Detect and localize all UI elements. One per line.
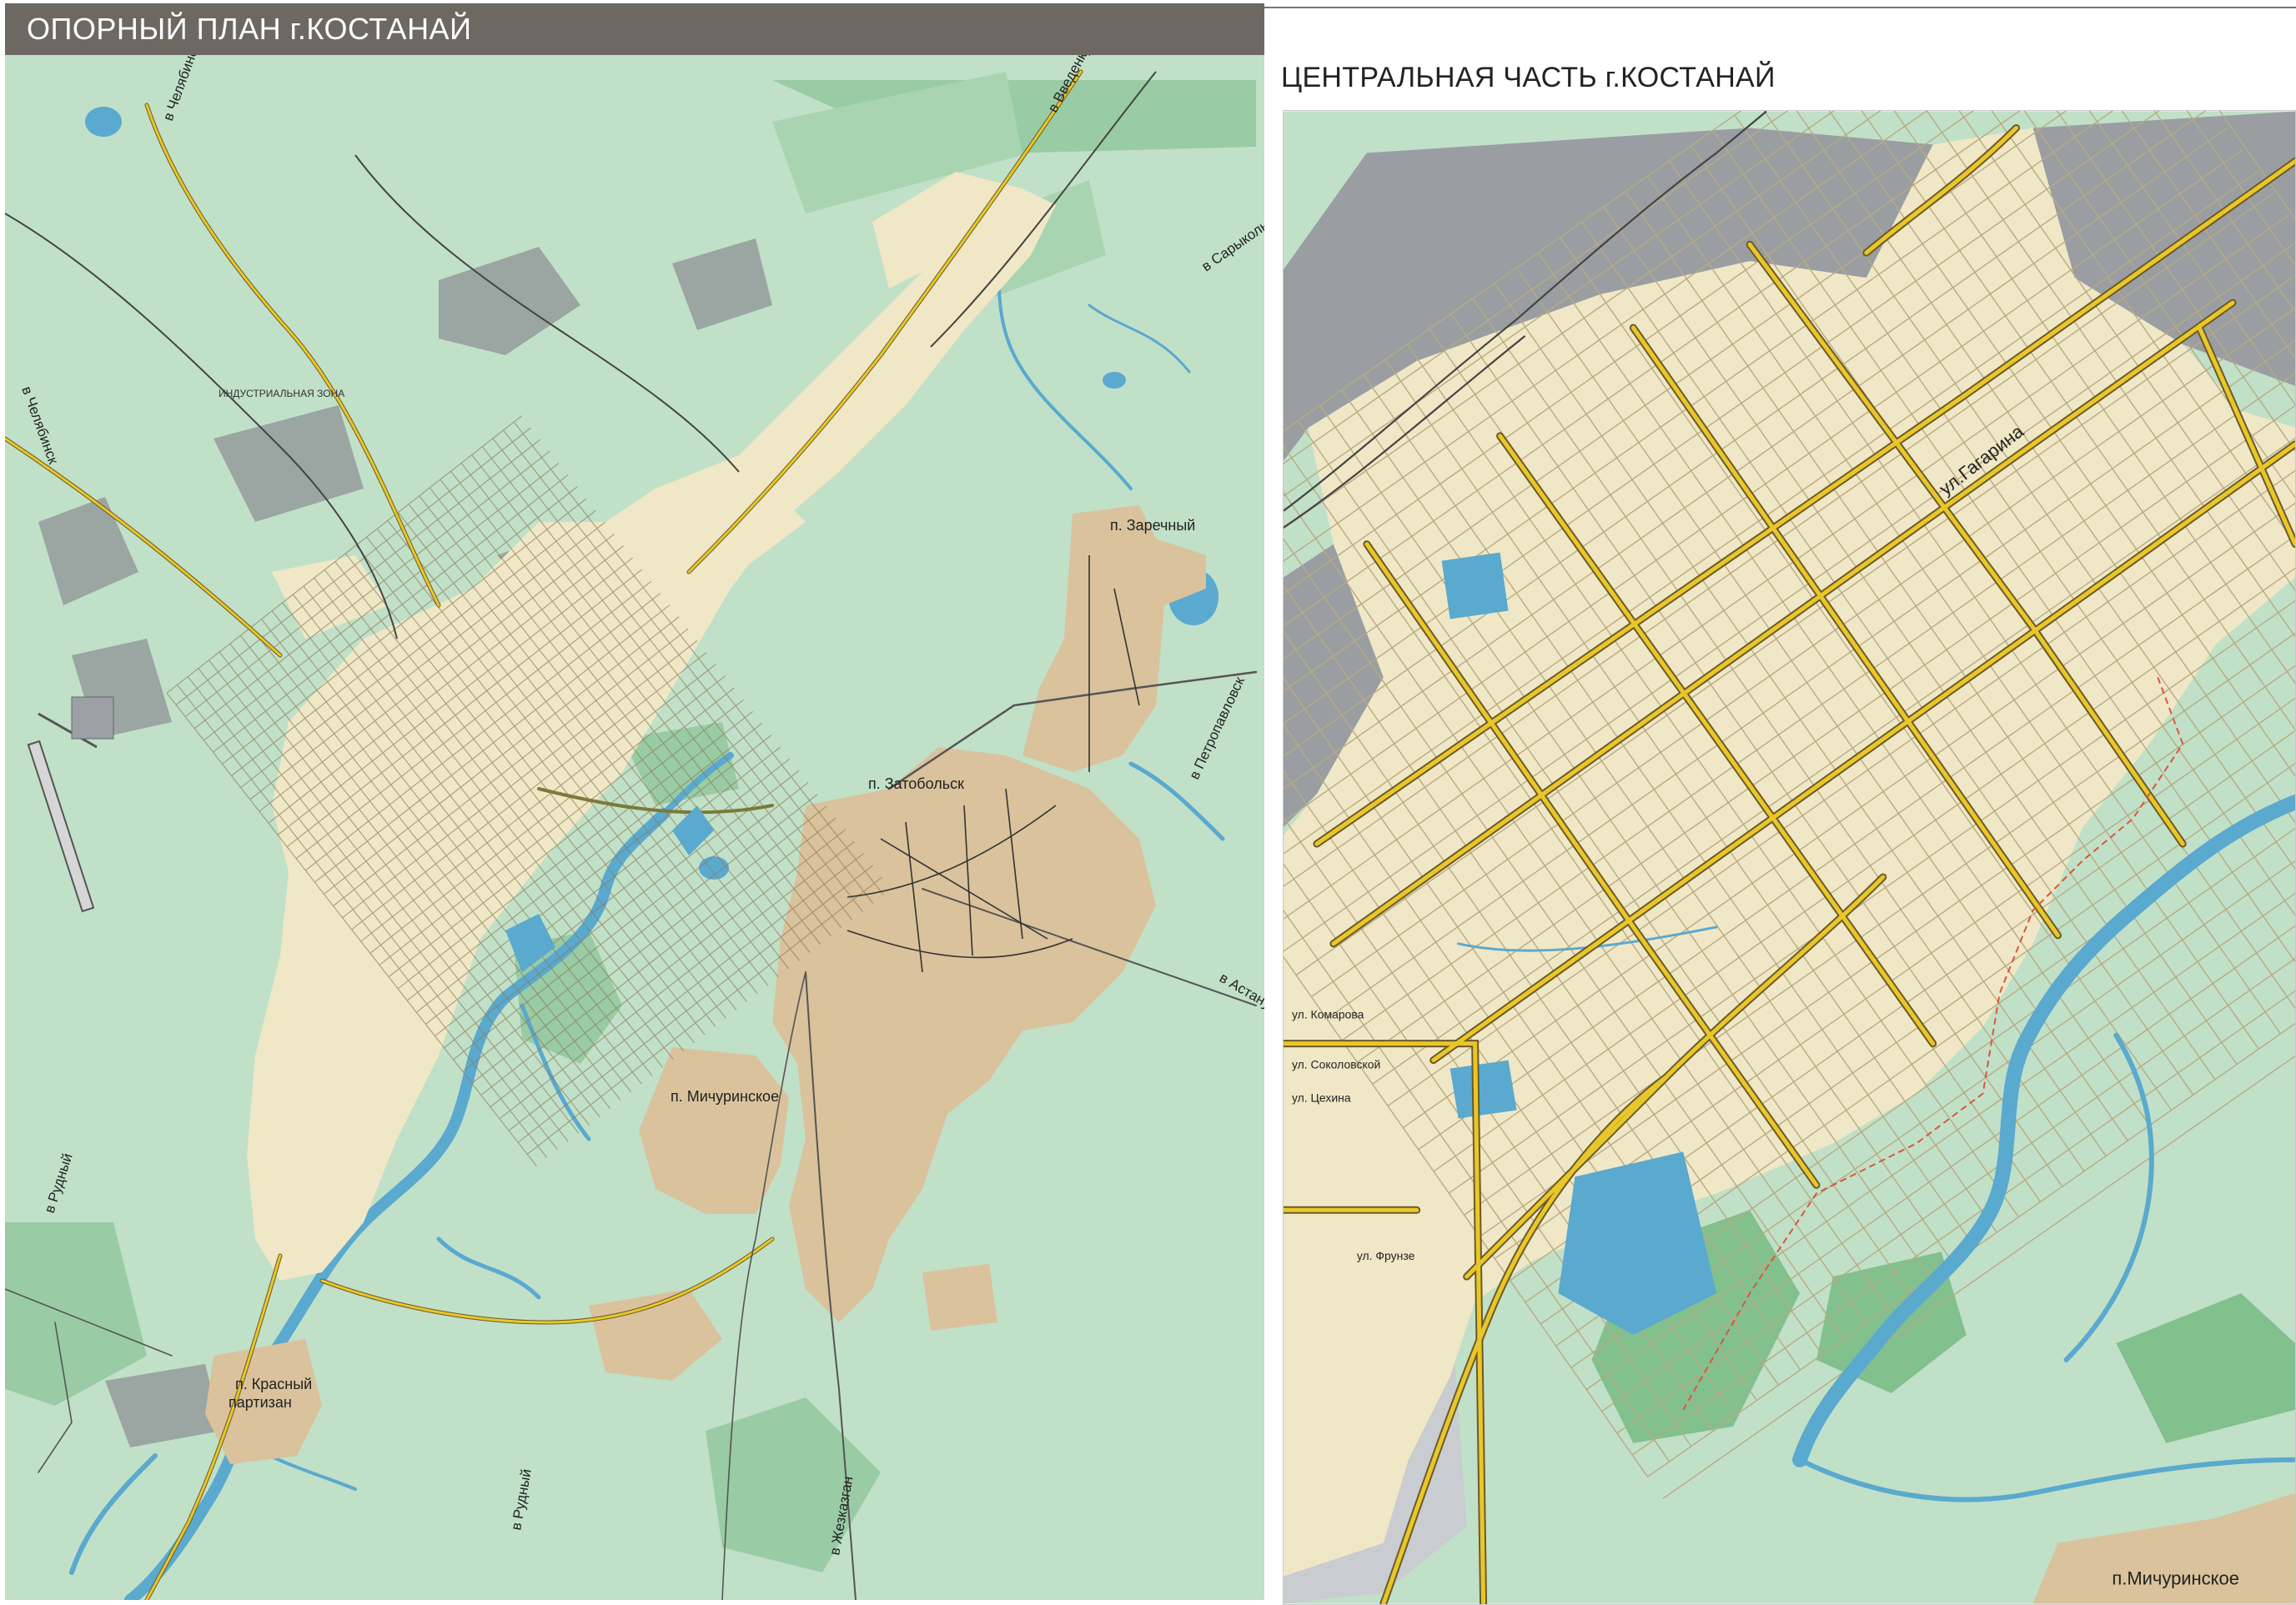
label-frunze: ул. Фрунзе <box>1357 1249 1415 1262</box>
central-map-panel: ЦЕНТРАЛЬНАЯ ЧАСТЬ г.КОСТАНАЙ ул.Гагарина… <box>1264 3 2296 1605</box>
label-sokolovskaya: ул. Соколовской <box>1292 1058 1380 1071</box>
label-komarova: ул. Комарова <box>1292 1008 1364 1021</box>
overview-map-title: ОПОРНЫЙ ПЛАН г.КОСТАНАЙ <box>5 3 1264 55</box>
label-michurinskoe: п. Мичуринское <box>671 1088 779 1105</box>
overview-map-panel: ОПОРНЫЙ ПЛАН г.КОСТАНАЙ п. Заречный п. З… <box>5 3 1264 1600</box>
label-tsekhina: ул. Цехина <box>1292 1091 1351 1105</box>
central-map[interactable]: ул.Гагарина п.Мичуринское ул. Фрунзе ул.… <box>1283 110 2296 1605</box>
label-zatobolsk: п. Затобольск <box>868 775 964 792</box>
label-michurinskoe-central: п.Мичуринское <box>2112 1568 2239 1589</box>
central-map-title: ЦЕНТРАЛЬНАЯ ЧАСТЬ г.КОСТАНАЙ <box>1281 62 1776 93</box>
header-rule <box>1264 7 2296 8</box>
label-krasny: п. Красный <box>235 1376 312 1392</box>
label-partizan: партизан <box>229 1394 292 1411</box>
label-industrial-zone: ИНДУСТРИАЛЬНАЯ ЗОНА <box>219 388 344 399</box>
label-zarechny: п. Заречный <box>1110 517 1195 534</box>
overview-map[interactable]: п. Заречный п. Затобольск п. Мичуринское… <box>5 55 1264 1600</box>
